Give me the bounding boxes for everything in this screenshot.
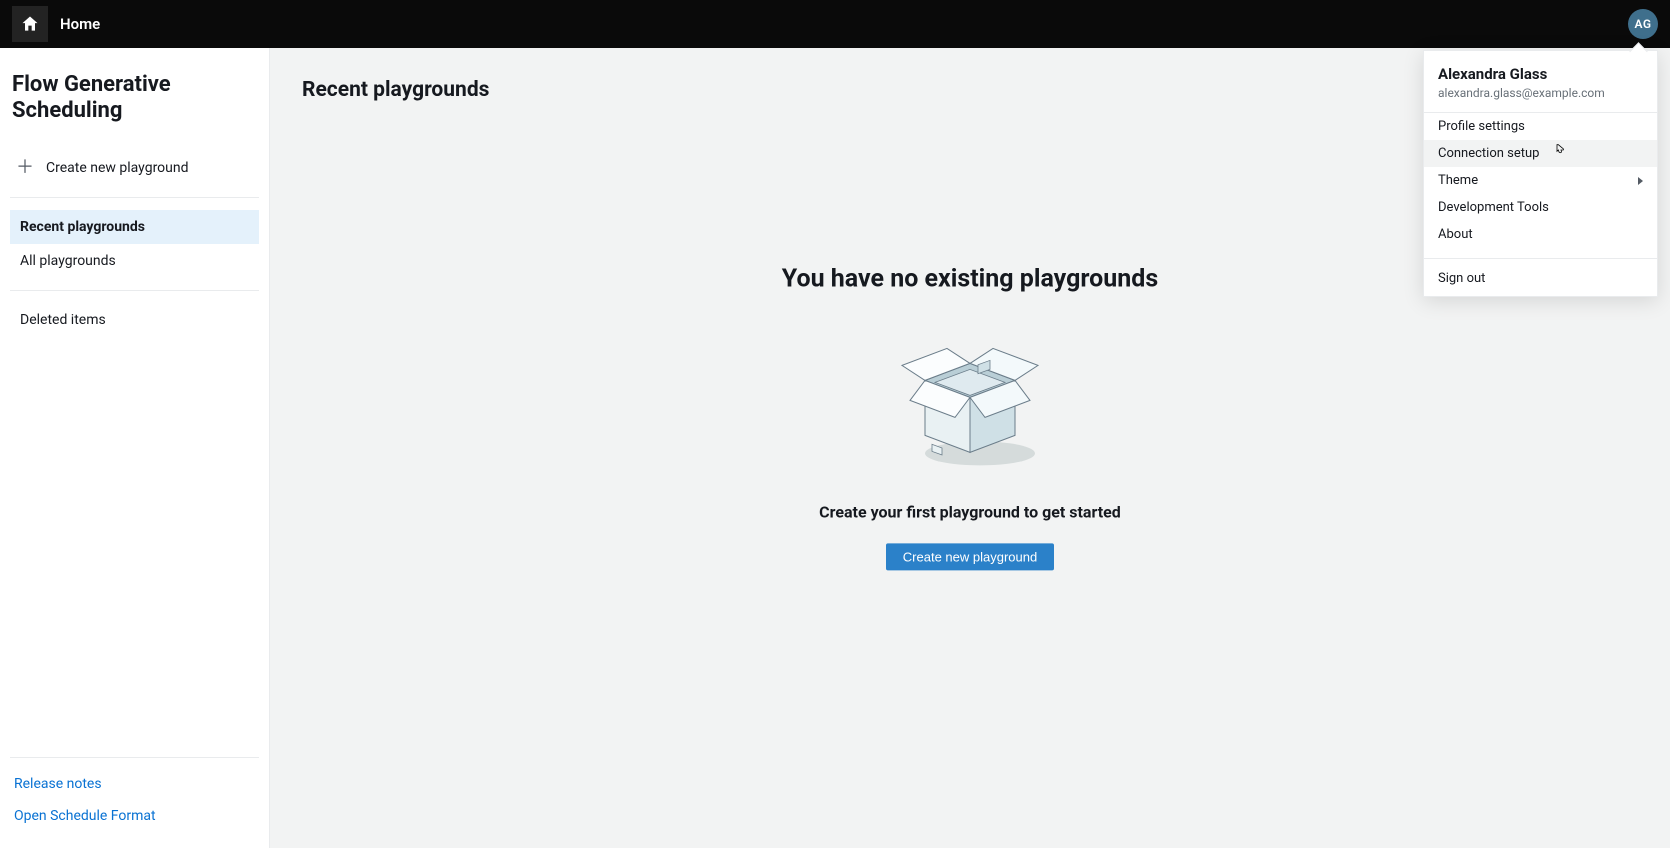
- user-menu-item-connection-setup[interactable]: Connection setup: [1424, 140, 1657, 167]
- user-menu-item-label: Theme: [1438, 173, 1478, 188]
- sidebar-spacer: [10, 337, 259, 745]
- app-title: Flow Generative Scheduling: [10, 72, 259, 151]
- user-menu-email: alexandra.glass@example.com: [1438, 86, 1643, 100]
- empty-state-subtitle: Create your first playground to get star…: [710, 502, 1230, 521]
- user-menu-item-theme[interactable]: Theme: [1424, 167, 1657, 194]
- layout: Flow Generative Scheduling ＋ Create new …: [0, 48, 1670, 848]
- cursor-pointer-icon: [1551, 142, 1567, 158]
- empty-state-title: You have no existing playgrounds: [710, 264, 1230, 293]
- sidebar-item-recent-playgrounds[interactable]: Recent playgrounds: [10, 210, 259, 244]
- user-menu-name: Alexandra Glass: [1438, 65, 1643, 83]
- create-playground-label: Create new playground: [46, 160, 189, 176]
- sidebar-item-deleted[interactable]: Deleted items: [10, 303, 259, 337]
- create-playground-cta[interactable]: Create new playground: [886, 543, 1054, 570]
- sidebar: Flow Generative Scheduling ＋ Create new …: [0, 48, 270, 848]
- user-menu-item-dev-tools[interactable]: Development Tools: [1424, 194, 1657, 221]
- plus-icon: ＋: [16, 159, 34, 177]
- empty-box-icon: [880, 325, 1060, 470]
- user-menu-item-signout[interactable]: Sign out: [1424, 265, 1657, 296]
- empty-state: You have no existing playgrounds: [710, 264, 1230, 570]
- sidebar-divider: [10, 197, 259, 198]
- home-label: Home: [60, 15, 100, 33]
- avatar[interactable]: AG: [1628, 9, 1658, 39]
- sidebar-divider: [10, 290, 259, 291]
- home-icon: [20, 14, 40, 34]
- home-button[interactable]: [12, 6, 48, 42]
- sidebar-divider: [10, 757, 259, 758]
- user-menu-header: Alexandra Glass alexandra.glass@example.…: [1424, 51, 1657, 113]
- user-menu-item-about[interactable]: About: [1424, 221, 1657, 252]
- sidebar-link-release-notes[interactable]: Release notes: [10, 770, 259, 798]
- sidebar-link-open-schedule-format[interactable]: Open Schedule Format: [10, 802, 259, 830]
- topbar: Home AG: [0, 0, 1670, 48]
- user-menu-divider: [1424, 258, 1657, 259]
- user-menu: Alexandra Glass alexandra.glass@example.…: [1423, 50, 1658, 297]
- user-menu-item-profile-settings[interactable]: Profile settings: [1424, 113, 1657, 140]
- create-playground-button[interactable]: ＋ Create new playground: [10, 151, 259, 185]
- sidebar-item-all-playgrounds[interactable]: All playgrounds: [10, 244, 259, 278]
- user-menu-item-label: Connection setup: [1438, 146, 1540, 161]
